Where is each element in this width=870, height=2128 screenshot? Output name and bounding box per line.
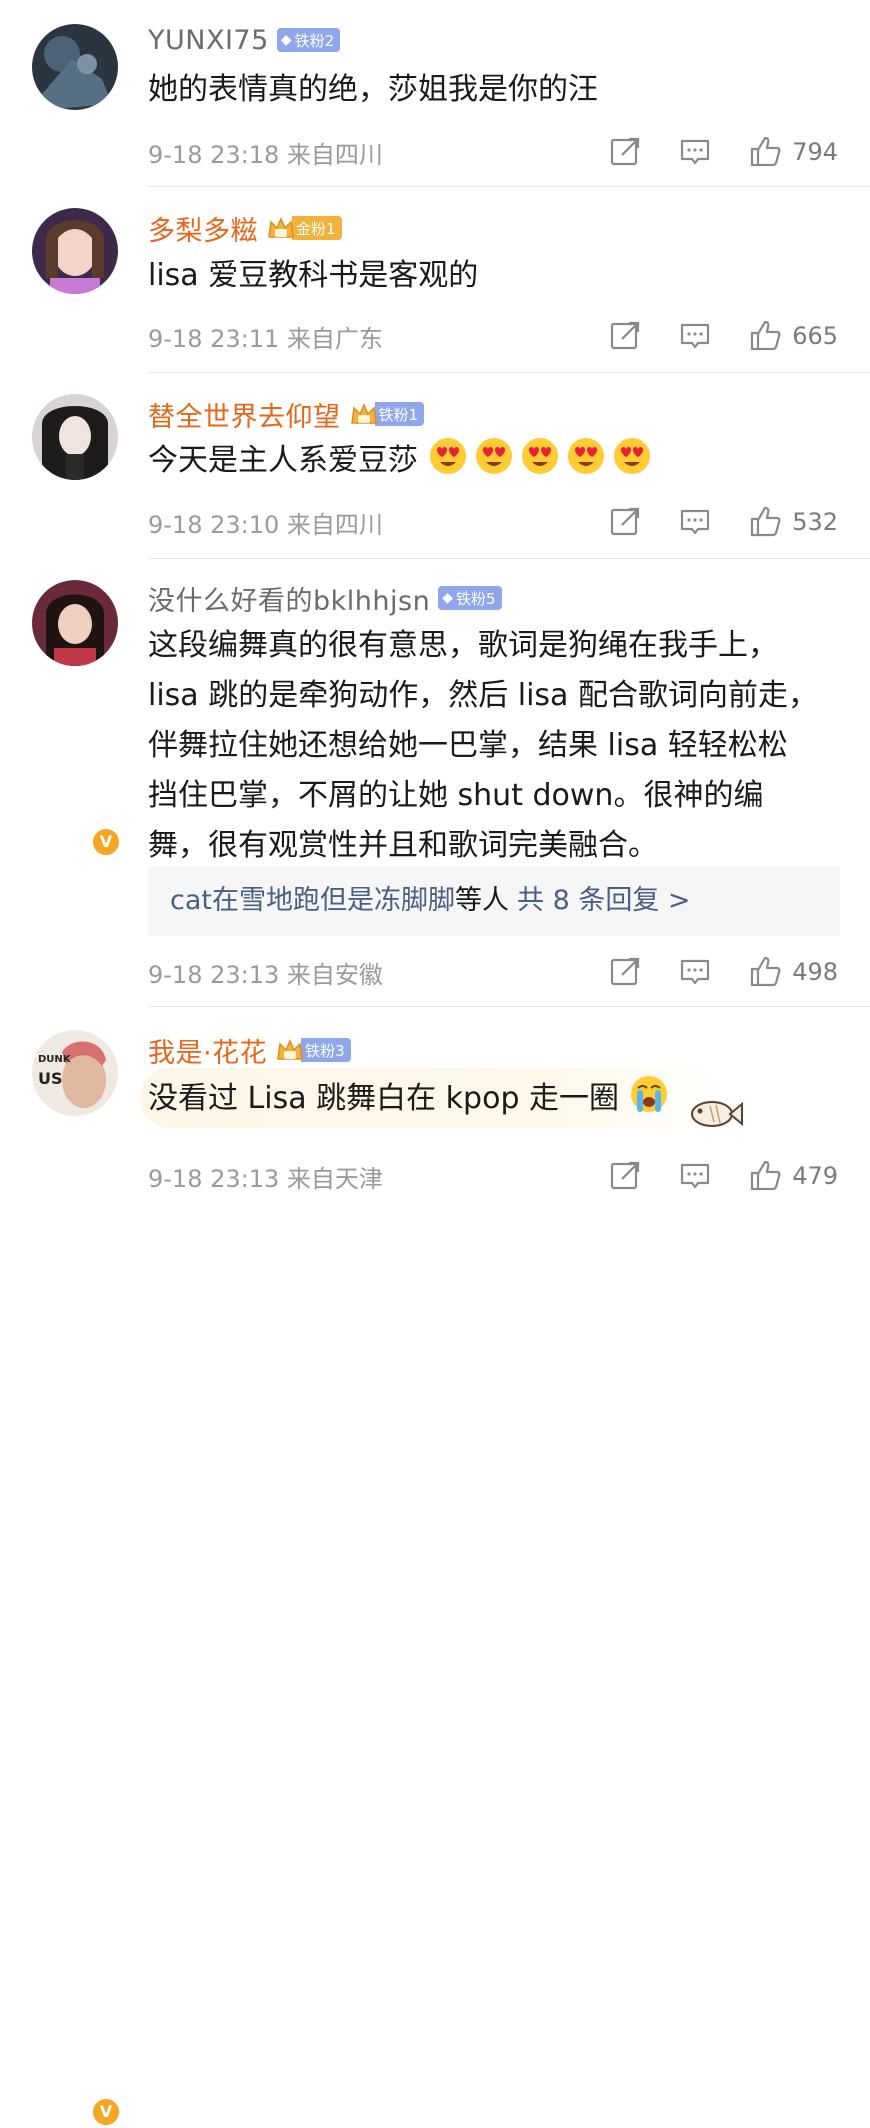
comment-icon[interactable] [678, 505, 712, 539]
comment-meta: 9-18 23:13 来自安徽 [148, 955, 572, 990]
comment-time: 9-18 23:13 [148, 1164, 280, 1193]
divider [148, 186, 870, 187]
crown-icon [266, 215, 296, 241]
heart-eyes-emoji [475, 438, 512, 474]
reply-names[interactable]: cat在雪地跑但是冻脚脚 [170, 885, 455, 916]
avatar[interactable] [32, 580, 118, 666]
replies-preview[interactable]: cat在雪地跑但是冻脚脚等人共 8 条回复 > [148, 866, 840, 936]
fan-badge: ◆ 铁粉5 [438, 586, 502, 610]
diamond-icon: ◆ [442, 590, 453, 606]
avatar[interactable] [32, 394, 118, 480]
badge-label: 金粉1 [296, 219, 336, 238]
like-icon[interactable] [748, 1159, 782, 1193]
username[interactable]: 替全世界去仰望 [148, 395, 341, 434]
comment-icon[interactable] [678, 1159, 712, 1193]
diamond-icon: ◆ [280, 32, 292, 48]
share-icon[interactable] [608, 1159, 642, 1193]
avatar-image [32, 580, 118, 666]
avatar-image: DUNK US [32, 1030, 118, 1116]
username[interactable]: YUNXI75 [148, 25, 269, 56]
comment-meta: 9-18 23:13 来自天津 [148, 1159, 572, 1194]
comment-time: 9-18 23:18 [148, 140, 280, 169]
username[interactable]: 没什么好看的bklhhjsn [148, 579, 430, 618]
comment-icon[interactable] [678, 955, 712, 989]
comment-text: 没看过 Lisa 跳舞白在 kpop 走一圈 [148, 1074, 830, 1123]
comment-location: 来自天津 [286, 1164, 383, 1193]
username[interactable]: 我是·花花 [148, 1031, 267, 1070]
share-icon[interactable] [608, 505, 642, 539]
like-count: 498 [792, 958, 838, 986]
heart-eyes-emoji [567, 438, 604, 474]
avatar-image [32, 208, 118, 294]
comment-meta: 9-18 23:18 来自四川 [148, 135, 572, 170]
comment-text: lisa 爱豆教科书是客观的 [148, 258, 479, 293]
comment-meta: 9-18 23:10 来自四川 [148, 505, 572, 540]
divider [148, 1006, 870, 1007]
crown-icon [275, 1037, 305, 1063]
comment-location: 来自广东 [286, 324, 383, 353]
avatar-caption: US [38, 1069, 63, 1088]
comment-time: 9-18 23:13 [148, 960, 280, 989]
heart-eyes-emoji [613, 438, 650, 474]
comment-text-line: 挡住巴掌，不屑的让她 shut down。很神的编 [148, 778, 764, 813]
comment-time: 9-18 23:11 [148, 324, 280, 353]
comment-text: 她的表情真的绝，莎姐我是你的汪 [148, 72, 598, 107]
like-count: 665 [792, 322, 838, 350]
comment-meta: 9-18 23:11 来自广东 [148, 319, 572, 354]
heart-eyes-emoji [521, 438, 558, 474]
verified-badge: V [90, 826, 122, 858]
comment-text: 今天是主人系爱豆莎 [148, 436, 830, 485]
fan-badge: 金粉1 [292, 216, 342, 240]
like-icon[interactable] [748, 319, 782, 353]
reply-total-link[interactable]: 共 8 条回复 > [517, 885, 691, 916]
share-icon[interactable] [608, 135, 642, 169]
badge-label: 铁粉1 [378, 405, 419, 424]
avatar[interactable] [32, 24, 118, 110]
comment-location: 来自安徽 [286, 960, 383, 989]
avatar-image [32, 24, 118, 110]
fan-badge: 铁粉3 [301, 1038, 351, 1062]
crying-emoji [630, 1076, 667, 1112]
reply-suffix: 等人 [454, 885, 509, 916]
like-count: 794 [792, 138, 838, 166]
comment-text-line: 伴舞拉住她还想给她一巴掌，结果 lisa 轻轻松松 [148, 728, 788, 763]
like-icon[interactable] [748, 955, 782, 989]
share-icon[interactable] [608, 319, 642, 353]
divider [148, 558, 870, 559]
avatar[interactable] [32, 208, 118, 294]
crown-icon [349, 401, 379, 427]
comment-text-line: 这段编舞真的很有意思，歌词是狗绳在我手上， [148, 628, 778, 663]
like-icon[interactable] [748, 505, 782, 539]
badge-label: 铁粉3 [305, 1041, 345, 1060]
comment-location: 来自四川 [286, 510, 383, 539]
comment-text-body: 没看过 Lisa 跳舞白在 kpop 走一圈 [148, 1081, 620, 1116]
avatar-caption: DUNK [38, 1054, 72, 1065]
fan-badge: ◆ 铁粉2 [276, 28, 341, 52]
like-count: 532 [792, 508, 838, 536]
avatar[interactable]: DUNK US [32, 1030, 118, 1116]
comment-location: 来自四川 [286, 140, 383, 169]
fan-badge: 铁粉1 [374, 402, 425, 426]
badge-label: 铁粉5 [455, 589, 496, 608]
share-icon[interactable] [608, 955, 642, 989]
username[interactable]: 多梨多糍 [148, 209, 258, 248]
divider [148, 372, 870, 373]
comment-icon[interactable] [678, 135, 712, 169]
comment-text-body: 今天是主人系爱豆莎 [148, 443, 418, 478]
like-count: 479 [792, 1162, 838, 1190]
comment-time: 9-18 23:10 [148, 510, 280, 539]
heart-eyes-emoji [429, 438, 466, 474]
badge-label: 铁粉2 [294, 31, 335, 50]
avatar-image [32, 394, 118, 480]
comment-text-line: 舞，很有观赏性并且和歌词完美融合。 [148, 828, 658, 863]
comment-icon[interactable] [678, 319, 712, 353]
verified-badge: V [90, 2096, 122, 2128]
like-icon[interactable] [748, 135, 782, 169]
comment-text-line: lisa 跳的是牵狗动作，然后 lisa 配合歌词向前走， [148, 678, 818, 713]
